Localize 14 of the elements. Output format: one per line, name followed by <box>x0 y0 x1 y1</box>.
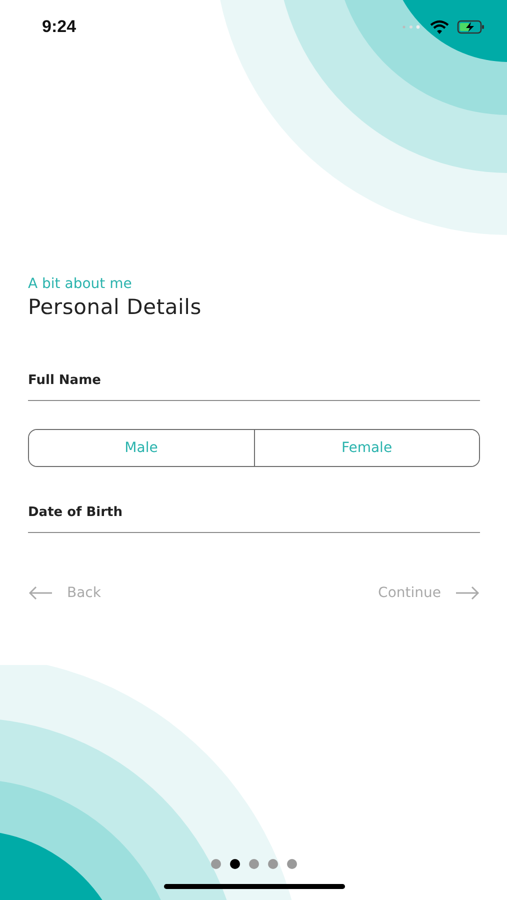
arrow-right-icon <box>455 586 480 600</box>
battery-charging-icon <box>457 20 485 34</box>
continue-button[interactable]: Continue <box>378 585 480 601</box>
status-time: 9:24 <box>42 17 76 37</box>
page-dot[interactable] <box>286 859 296 869</box>
wifi-icon <box>430 20 449 34</box>
arrow-left-icon <box>28 586 53 600</box>
input-field[interactable]: Date of Birth <box>28 501 480 533</box>
input-field[interactable]: Full Name <box>28 369 480 401</box>
signal-icon <box>402 24 422 30</box>
gender-option[interactable]: Female <box>254 430 479 466</box>
page-title: Personal Details <box>28 295 203 319</box>
back-button[interactable]: Back <box>28 585 101 601</box>
section-eyebrow: A bit about me <box>28 276 133 292</box>
